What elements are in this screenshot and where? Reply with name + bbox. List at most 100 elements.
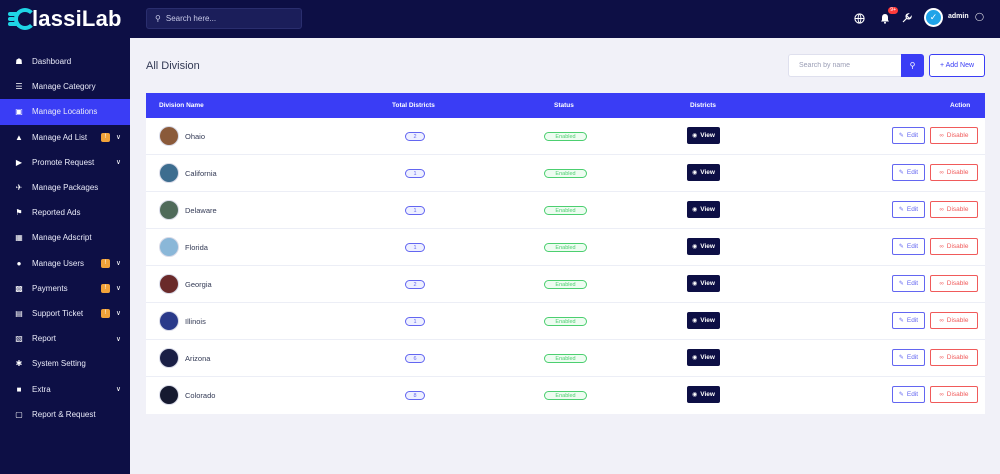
- disable-button[interactable]: ∞ Disable: [930, 312, 978, 329]
- division-thumbnail: [159, 385, 179, 405]
- edit-label: Edit: [906, 317, 919, 324]
- sidebar-item-manage-adscript[interactable]: ▦ Manage Adscript: [0, 225, 130, 250]
- view-districts-button[interactable]: ◉ View: [687, 312, 720, 329]
- chevron-down-icon[interactable]: ∨: [116, 335, 121, 343]
- disable-label: Disable: [946, 280, 969, 287]
- chevron-down-icon[interactable]: ∨: [116, 133, 121, 141]
- view-districts-button[interactable]: ◉ View: [687, 386, 720, 403]
- sidebar-item-label: Report: [32, 334, 57, 344]
- eye-icon: ◉: [692, 244, 698, 250]
- disable-label: Disable: [946, 243, 969, 250]
- edit-button[interactable]: ✎ Edit: [892, 238, 925, 255]
- disable-button[interactable]: ∞ Disable: [930, 127, 978, 144]
- disable-button[interactable]: ∞ Disable: [930, 275, 978, 292]
- report-icon: ▧: [15, 334, 23, 344]
- chevron-down-icon[interactable]: ∨: [116, 158, 121, 166]
- name-search-input[interactable]: [799, 62, 899, 69]
- view-districts-button[interactable]: ◉ View: [687, 349, 720, 366]
- disable-button[interactable]: ∞ Disable: [930, 238, 978, 255]
- menu-badge: !: [100, 258, 110, 268]
- sidebar-item-label: Manage Packages: [32, 183, 99, 193]
- disable-button[interactable]: ∞ Disable: [930, 164, 978, 181]
- eye-icon: ◉: [692, 318, 698, 324]
- table-header: Division Name Total Districts Status Dis…: [146, 93, 985, 118]
- disable-label: Disable: [946, 206, 969, 213]
- sidebar-item-system-setting[interactable]: ✱ System Setting: [0, 351, 130, 376]
- users-icon: ●: [16, 258, 22, 268]
- sidebar-item-manage-category[interactable]: ☰ Manage Category: [0, 74, 130, 99]
- avatar[interactable]: ✓: [924, 8, 943, 27]
- sidebar-item-support-ticket[interactable]: ▤ Support Ticket! ∨: [0, 301, 130, 326]
- chevron-down-icon[interactable]: ∨: [116, 259, 121, 267]
- sidebar-item-manage-packages[interactable]: ✈ Manage Packages: [0, 175, 130, 200]
- brand-logo[interactable]: lassiLab: [0, 0, 130, 38]
- search-icon: ⚲: [155, 14, 161, 23]
- edit-button[interactable]: ✎ Edit: [892, 164, 925, 181]
- disable-label: Disable: [946, 391, 969, 398]
- edit-label: Edit: [906, 280, 919, 287]
- rocket-icon: ✈: [15, 183, 23, 193]
- sidebar-item-manage-locations[interactable]: ▣ Manage Locations: [0, 99, 130, 125]
- globe-icon[interactable]: [852, 11, 866, 25]
- edit-button[interactable]: ✎ Edit: [892, 386, 925, 403]
- wrench-icon[interactable]: [900, 11, 914, 25]
- edit-icon: ✎: [898, 244, 904, 250]
- sidebar-item-label: Manage Users: [32, 258, 85, 268]
- chevron-down-icon[interactable]: ∨: [116, 284, 121, 292]
- disable-button[interactable]: ∞ Disable: [930, 349, 978, 366]
- sidebar-item-report[interactable]: ▧ Report ∨: [0, 326, 130, 351]
- status-badge: Enabled: [544, 132, 587, 141]
- view-districts-button[interactable]: ◉ View: [687, 201, 720, 218]
- user-name[interactable]: admin: [948, 13, 969, 20]
- division-name: Arizona: [185, 354, 211, 363]
- edit-button[interactable]: ✎ Edit: [892, 201, 925, 218]
- bell-icon[interactable]: 9+: [878, 7, 898, 25]
- sidebar-item-promote-request[interactable]: ▶ Promote Request ∨: [0, 150, 130, 175]
- sidebar-item-label: Support Ticket: [32, 308, 84, 318]
- search-button[interactable]: ⚲: [901, 54, 924, 77]
- sidebar-item-extra[interactable]: ■ Extra ∨: [0, 376, 130, 401]
- edit-icon: ✎: [898, 318, 904, 324]
- view-districts-button[interactable]: ◉ View: [687, 275, 720, 292]
- sidebar-item-report-request[interactable]: ▢ Report & Request: [0, 402, 130, 427]
- total-districts-badge: 1: [405, 169, 425, 178]
- chevron-down-icon[interactable]: ∨: [116, 385, 121, 393]
- edit-button[interactable]: ✎ Edit: [892, 349, 925, 366]
- sidebar-item-dashboard[interactable]: ☗ Dashboard: [0, 49, 130, 74]
- sidebar-item-reported-ads[interactable]: ⚑ Reported Ads: [0, 200, 130, 225]
- link-break-icon: ∞: [939, 317, 944, 324]
- total-districts-badge: 2: [405, 132, 425, 141]
- global-search-input[interactable]: [165, 14, 286, 23]
- logo-icon: [6, 6, 36, 32]
- status-badge: Enabled: [544, 169, 587, 178]
- sidebar-item-label: Manage Locations: [32, 107, 98, 117]
- view-districts-button[interactable]: ◉ View: [687, 164, 720, 181]
- sidebar-item-label: Manage Category: [32, 82, 96, 92]
- disable-button[interactable]: ∞ Disable: [930, 386, 978, 403]
- code-icon: ▦: [15, 233, 23, 243]
- flag-icon: ⚑: [15, 208, 23, 218]
- edit-button[interactable]: ✎ Edit: [892, 275, 925, 292]
- edit-button[interactable]: ✎ Edit: [892, 312, 925, 329]
- sidebar-item-label: Reported Ads: [32, 208, 81, 218]
- division-thumbnail: [159, 126, 179, 146]
- status-badge: Enabled: [544, 354, 587, 363]
- eye-icon: ◉: [692, 355, 698, 361]
- edit-icon: ✎: [898, 392, 904, 398]
- disable-button[interactable]: ∞ Disable: [930, 201, 978, 218]
- edit-icon: ✎: [898, 133, 904, 139]
- division-thumbnail: [159, 163, 179, 183]
- sidebar-item-payments[interactable]: ▩ Payments! ∨: [0, 276, 130, 301]
- add-new-button[interactable]: + Add New: [929, 54, 985, 77]
- eye-icon: ◉: [692, 281, 698, 287]
- view-districts-button[interactable]: ◉ View: [687, 238, 720, 255]
- chevron-down-icon[interactable]: ◯: [975, 12, 984, 21]
- sidebar-item-manage-users[interactable]: ● Manage Users! ∨: [0, 251, 130, 276]
- chevron-down-icon[interactable]: ∨: [116, 309, 121, 317]
- edit-button[interactable]: ✎ Edit: [892, 127, 925, 144]
- table-row: Georgia 2 Enabled ◉ View ✎ Edit ∞ Disable: [146, 266, 985, 303]
- sidebar-item-manage-ad-list[interactable]: ▲ Manage Ad List! ∨: [0, 125, 130, 150]
- sidebar-item-label: Report & Request: [32, 409, 96, 419]
- view-districts-button[interactable]: ◉ View: [687, 127, 720, 144]
- division-name: California: [185, 169, 217, 178]
